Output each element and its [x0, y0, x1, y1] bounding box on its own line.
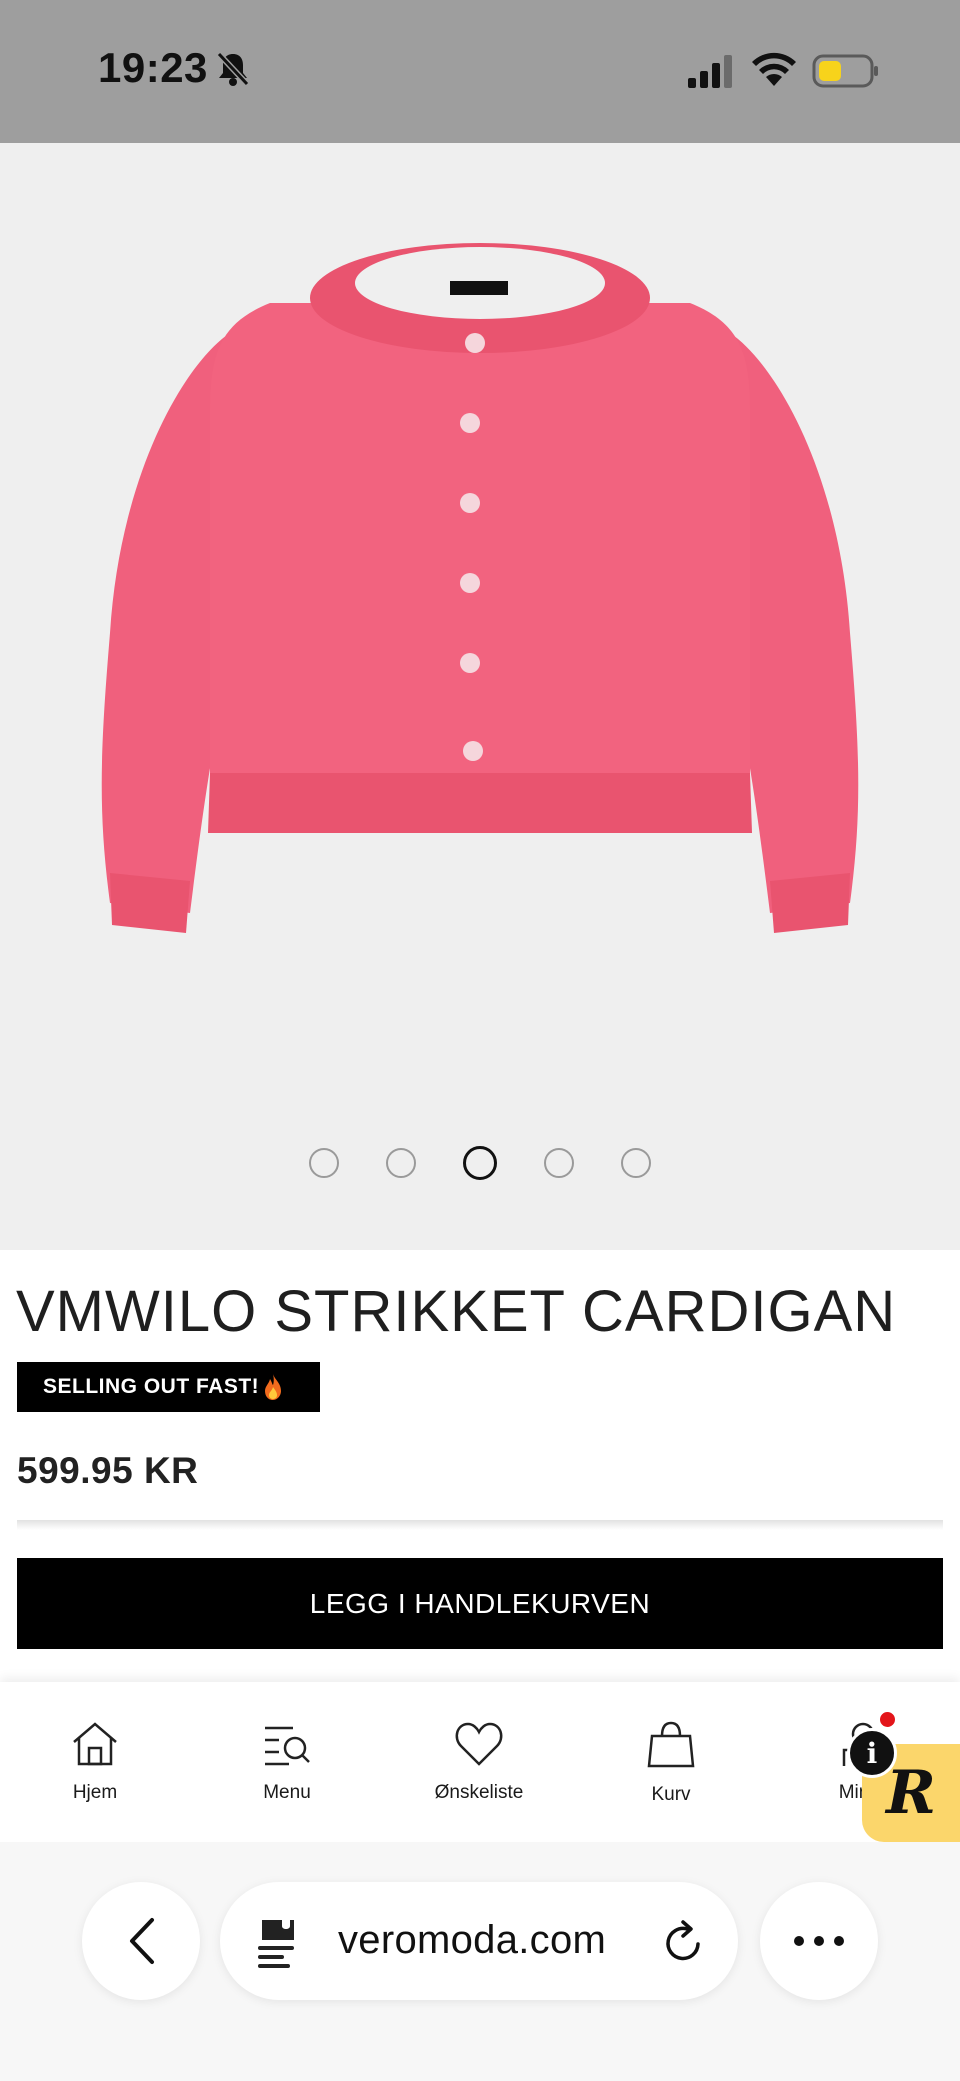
nav-item-menu[interactable]: Menu — [222, 1720, 352, 1804]
product-image[interactable] — [0, 143, 960, 1250]
home-icon — [73, 1722, 117, 1766]
nav-label-wishlist: Ønskeliste — [434, 1782, 524, 1803]
nav-label-menu: Menu — [263, 1782, 311, 1803]
product-price: 599.95 KR — [17, 1450, 199, 1491]
status-bar: 19:23 — [0, 0, 960, 143]
divider — [17, 1520, 943, 1530]
bell-slash-icon — [216, 51, 250, 87]
product-title: VMWILO STRIKKET CARDIGAN — [16, 1279, 897, 1344]
battery-icon — [812, 54, 878, 88]
carousel-dot-active[interactable] — [463, 1146, 497, 1180]
reload-icon[interactable] — [662, 1918, 706, 1966]
nav-item-home[interactable]: Hjem — [30, 1720, 160, 1804]
more-icon — [794, 1936, 844, 1946]
status-badge: SELLING OUT FAST! — [17, 1362, 320, 1412]
carousel-dot[interactable] — [621, 1148, 651, 1178]
notification-dot — [880, 1712, 895, 1727]
carousel-dot[interactable] — [544, 1148, 574, 1178]
page-settings-icon[interactable] — [256, 1916, 302, 1970]
browser-toolbar: veromoda.com — [0, 1842, 960, 2081]
nav-item-wishlist[interactable]: Ønskeliste — [414, 1720, 544, 1804]
cardigan-image — [101, 243, 859, 933]
nav-item-cart[interactable]: Kurv — [606, 1720, 736, 1806]
nav-label-cart: Kurv — [651, 1784, 691, 1805]
bottom-navigation: Hjem Menu Ønskeliste Kurv Min K — [0, 1682, 960, 1842]
status-time: 19:23 — [98, 44, 208, 91]
wifi-icon — [752, 52, 796, 86]
back-icon — [130, 1918, 154, 1964]
signal-icon — [688, 55, 732, 88]
address-bar[interactable]: veromoda.com — [220, 1882, 738, 2000]
flame-icon — [265, 1374, 282, 1400]
menu-search-icon — [265, 1726, 310, 1766]
badge-label: SELLING OUT FAST! — [43, 1375, 260, 1398]
carousel-indicators — [0, 1146, 960, 1188]
more-button[interactable] — [760, 1882, 878, 2000]
nav-label-home: Hjem — [72, 1782, 118, 1803]
back-button[interactable] — [82, 1882, 200, 2000]
carousel-dot[interactable] — [309, 1148, 339, 1178]
url-text: veromoda.com — [338, 1918, 607, 1962]
info-icon[interactable]: i — [847, 1728, 897, 1778]
add-to-cart-button[interactable]: LEGG I HANDLEKURVEN — [17, 1558, 943, 1649]
heart-icon — [455, 1722, 503, 1766]
carousel-dot[interactable] — [386, 1148, 416, 1178]
bag-icon — [647, 1721, 695, 1768]
